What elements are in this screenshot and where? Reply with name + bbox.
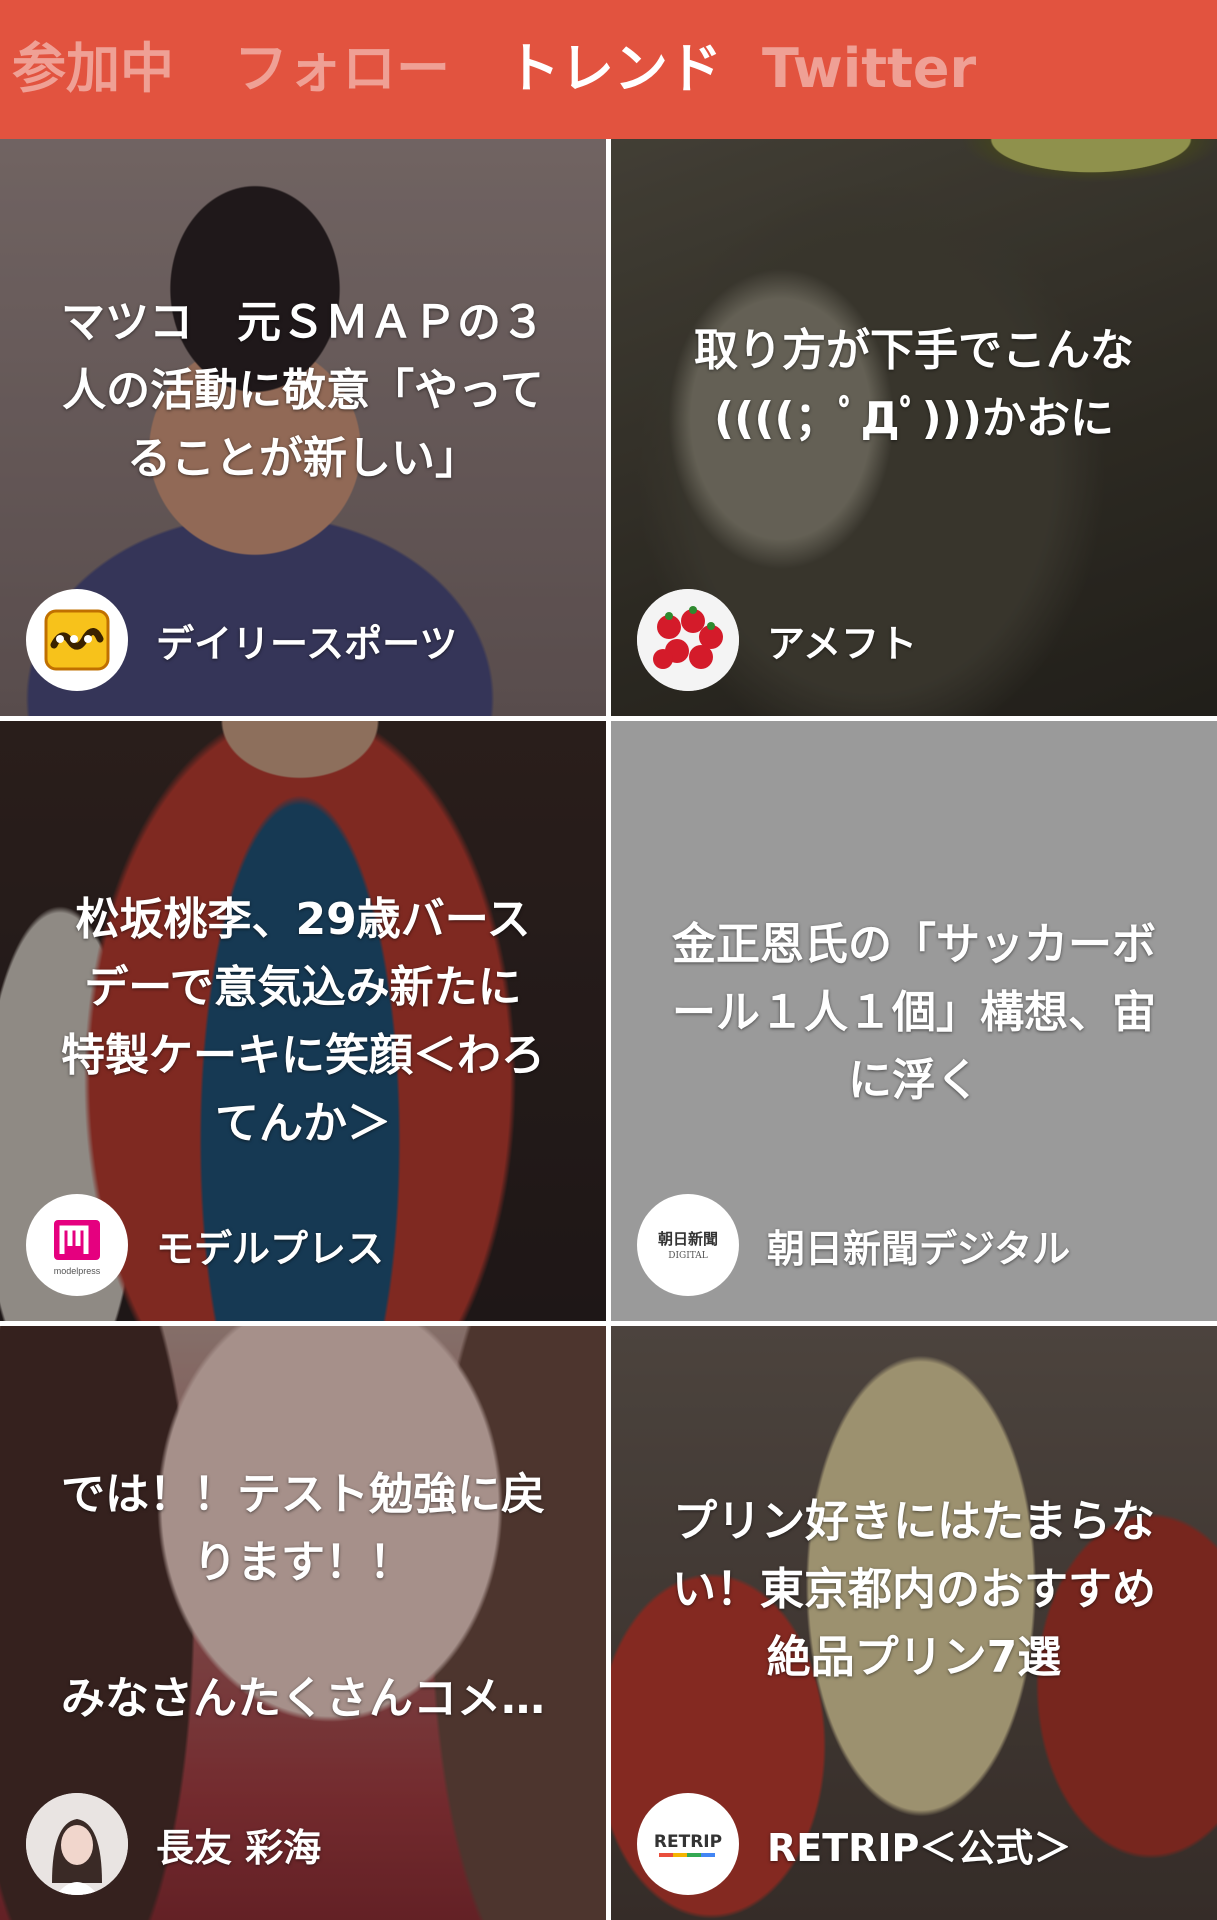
card-source[interactable]: アメフト xyxy=(637,588,917,692)
trend-card-grid: マツコ 元ＳＭＡＰの３ 人の活動に敬意「やって ることが新しい」 デイリースポー… xyxy=(0,139,1217,1920)
trend-card[interactable]: 松坂桃李、29歳バース デーで意気込み新たに 特製ケーキに笑顔＜わろ てんか＞ … xyxy=(0,721,606,1321)
card-source-name: アメフト xyxy=(767,621,918,666)
card-title: 取り方が下手でこんな ((((；ﾟДﾟ)))かおに xyxy=(694,325,1134,444)
card-title: マツコ 元ＳＭＡＰの３ 人の活動に敬意「やって ることが新しい」 xyxy=(61,297,545,484)
asahi-digital-logo-icon: 朝日新聞 DIGITAL xyxy=(637,1194,739,1296)
card-source-name: 朝日新聞デジタル xyxy=(767,1226,1071,1271)
card-title: 金正恩氏の「サッカーボ ール１人１個」構想、宙 に浮く xyxy=(672,919,1156,1106)
card-source-name: デイリースポーツ xyxy=(156,621,458,666)
tab-follow[interactable]: フォロー xyxy=(234,34,450,104)
daily-sports-logo-icon xyxy=(26,589,128,691)
strawberry-avatar-icon xyxy=(637,589,739,691)
svg-text:RETRIP: RETRIP xyxy=(654,1832,722,1852)
trend-card[interactable]: プリン好きにはたまらな い！東京都内のおすすめ 絶品プリン7選 RETRIP R… xyxy=(611,1326,1217,1920)
trend-card[interactable]: 金正恩氏の「サッカーボ ール１人１個」構想、宙 に浮く 朝日新聞 DIGITAL… xyxy=(611,721,1217,1321)
tab-participating[interactable]: 参加中 xyxy=(12,34,174,104)
trend-card[interactable]: では！！テスト勉強に戻 ります！！ みなさんたくさんコメ… 長友 彩海 xyxy=(0,1326,606,1920)
card-source-name: RETRIP＜公式＞ xyxy=(767,1825,1072,1870)
trend-card[interactable]: 取り方が下手でこんな ((((；ﾟДﾟ)))かおに アメフト xyxy=(611,139,1217,716)
card-source[interactable]: デイリースポーツ xyxy=(26,588,457,692)
card-title: では！！テスト勉強に戻 ります！！ みなさんたくさんコメ… xyxy=(61,1469,545,1724)
retrip-logo-icon: RETRIP xyxy=(637,1793,739,1895)
svg-text:modelpress: modelpress xyxy=(54,1266,101,1276)
card-source[interactable]: modelpress モデルプレス xyxy=(26,1193,384,1297)
trend-card[interactable]: マツコ 元ＳＭＡＰの３ 人の活動に敬意「やって ることが新しい」 デイリースポー… xyxy=(0,139,606,716)
card-title: プリン好きにはたまらな い！東京都内のおすすめ 絶品プリン7選 xyxy=(672,1496,1156,1683)
svg-text:朝日新聞: 朝日新聞 xyxy=(658,1230,718,1248)
card-source[interactable]: 長友 彩海 xyxy=(26,1792,321,1896)
tab-trend[interactable]: トレンド xyxy=(506,34,722,104)
card-title: 松坂桃李、29歳バース デーで意気込み新たに 特製ケーキに笑顔＜わろ てんか＞ xyxy=(61,894,545,1149)
card-source[interactable]: 朝日新聞 DIGITAL 朝日新聞デジタル xyxy=(637,1193,1070,1297)
card-source-name: モデルプレス xyxy=(156,1226,385,1271)
svg-text:DIGITAL: DIGITAL xyxy=(668,1251,708,1261)
user-photo-avatar-icon xyxy=(26,1793,128,1895)
tab-twitter[interactable]: Twitter xyxy=(762,34,976,104)
card-source-name: 長友 彩海 xyxy=(156,1825,322,1870)
card-source[interactable]: RETRIP RETRIP＜公式＞ xyxy=(637,1792,1071,1896)
tab-bar: 参加中 フォロー トレンド Twitter xyxy=(0,0,1217,139)
modelpress-logo-icon: modelpress xyxy=(26,1194,128,1296)
